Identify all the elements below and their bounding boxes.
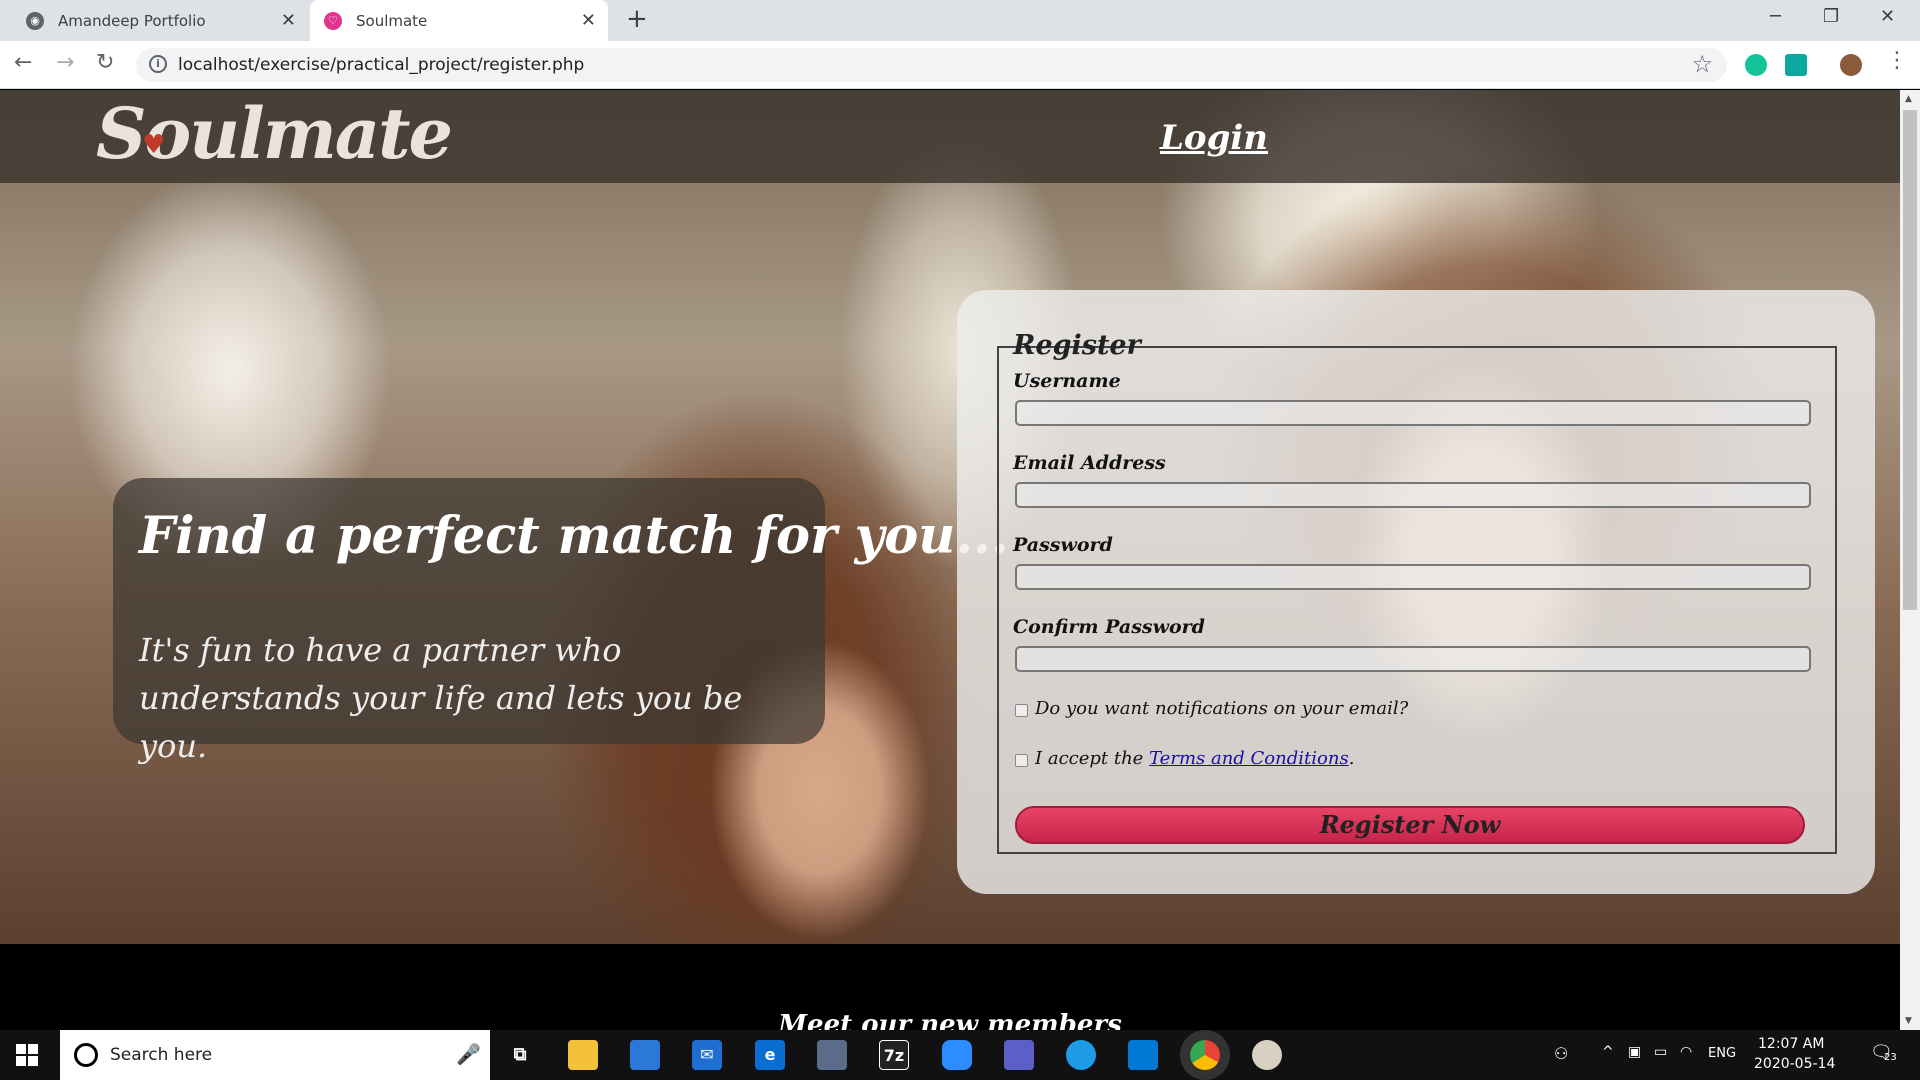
- tagline-subtitle: It's fun to have a partner who understan…: [139, 631, 743, 765]
- confirm-password-label: Confirm Password: [1013, 616, 1205, 638]
- username-label: Username: [1013, 370, 1121, 392]
- tagline-box: Find a perfect match for you... It's fun…: [113, 478, 1009, 765]
- clock-date[interactable]: 2020-05-14: [1754, 1056, 1835, 1072]
- register-legend: Register: [1013, 330, 1141, 361]
- task-view-icon[interactable]: ⧉: [505, 1040, 535, 1070]
- scroll-up-icon[interactable]: ▲: [1905, 94, 1912, 104]
- email-label: Email Address: [1013, 452, 1166, 474]
- wifi-icon[interactable]: ◠: [1680, 1044, 1692, 1060]
- paint-icon[interactable]: [1252, 1040, 1282, 1070]
- terms-prefix: I accept the: [1035, 748, 1144, 769]
- close-icon[interactable]: ✕: [281, 10, 296, 31]
- confirm-password-input[interactable]: [1015, 646, 1811, 672]
- address-bar[interactable]: i localhost/exercise/practical_project/r…: [136, 48, 1727, 82]
- system-tray: ⚇ ^ ▣ ▭ ◠ ENG 12:07 AM 2020-05-14 🗨 23: [1540, 1030, 1920, 1080]
- sql-server-icon[interactable]: [817, 1040, 847, 1070]
- docker-icon[interactable]: [1066, 1040, 1096, 1070]
- battery-icon[interactable]: ▭: [1654, 1044, 1667, 1060]
- info-icon[interactable]: i: [149, 55, 167, 73]
- store-icon[interactable]: [630, 1040, 660, 1070]
- zoom-icon[interactable]: [942, 1040, 972, 1070]
- tab-title: Soulmate: [356, 11, 428, 30]
- security-icon[interactable]: ▣: [1628, 1044, 1641, 1060]
- terms-label: I accept the Terms and Conditions.: [1035, 748, 1354, 769]
- tagline-title: Find a perfect match for you...: [139, 506, 1009, 566]
- taskbar-search[interactable]: Search here 🎤: [60, 1030, 490, 1080]
- soulmate-favicon-icon: ♡: [324, 11, 342, 30]
- notifications-label: Do you want notifications on your email?: [1035, 698, 1409, 719]
- microphone-icon[interactable]: 🎤: [456, 1042, 481, 1066]
- notification-count: 23: [1884, 1052, 1897, 1063]
- restore-icon[interactable]: ❐: [1823, 6, 1839, 27]
- tab-title: Amandeep Portfolio: [58, 11, 206, 30]
- terms-suffix: .: [1348, 748, 1355, 769]
- username-input[interactable]: [1015, 400, 1811, 426]
- bookmark-star-icon[interactable]: ☆: [1691, 50, 1713, 78]
- language-indicator[interactable]: ENG: [1708, 1046, 1736, 1061]
- windows-taskbar: Search here 🎤 ⧉ ✉ e 7z ⚇ ^ ▣ ▭ ◠ ENG 12:…: [0, 1030, 1920, 1080]
- edge-icon[interactable]: e: [755, 1040, 785, 1070]
- browser-toolbar: ← → ↻ i localhost/exercise/practical_pro…: [0, 41, 1920, 89]
- page-scrollbar[interactable]: ▲ ▼: [1900, 90, 1920, 1030]
- screen-capture-extension-icon[interactable]: [1785, 54, 1807, 76]
- heart-icon: ♥: [142, 130, 166, 160]
- teams-icon[interactable]: [1004, 1040, 1034, 1070]
- web-page: Soulmate ♥ Login Find a perfect match fo…: [0, 90, 1900, 1030]
- new-tab-icon[interactable]: +: [626, 4, 648, 34]
- email-input[interactable]: [1015, 482, 1811, 508]
- menu-kebab-icon[interactable]: ⋮: [1886, 48, 1908, 73]
- register-now-button[interactable]: Register Now: [1015, 806, 1805, 844]
- site-header: Soulmate ♥ Login: [0, 90, 1900, 183]
- login-link[interactable]: Login: [1160, 118, 1268, 158]
- browser-tab-strip: ◉ Amandeep Portfolio ✕ ♡ Soulmate ✕ + ─ …: [0, 0, 1920, 41]
- mail-icon[interactable]: ✉: [692, 1040, 722, 1070]
- notifications-checkbox[interactable]: [1015, 704, 1028, 717]
- file-explorer-icon[interactable]: [568, 1040, 598, 1070]
- new-members-section: Meet our new members: [0, 944, 1900, 1030]
- people-icon[interactable]: ⚇: [1554, 1044, 1568, 1063]
- register-card: Register Username Email Address Password…: [957, 290, 1875, 894]
- windows-start-icon[interactable]: [16, 1044, 38, 1066]
- close-icon[interactable]: ✕: [581, 10, 596, 31]
- globe-icon: ◉: [26, 11, 44, 30]
- search-placeholder: Search here: [110, 1045, 213, 1065]
- forward-icon[interactable]: →: [56, 50, 74, 75]
- scroll-down-icon[interactable]: ▼: [1905, 1016, 1912, 1026]
- password-label: Password: [1013, 534, 1113, 556]
- terms-link[interactable]: Terms and Conditions: [1149, 748, 1349, 769]
- hero-background-photo: Soulmate ♥ Login Find a perfect match fo…: [0, 90, 1900, 944]
- tab-amandeep-portfolio[interactable]: ◉ Amandeep Portfolio ✕: [0, 0, 308, 41]
- password-input[interactable]: [1015, 564, 1811, 590]
- tab-soulmate[interactable]: ♡ Soulmate ✕: [310, 0, 608, 41]
- minimize-icon[interactable]: ─: [1770, 6, 1781, 27]
- register-form: Register Username Email Address Password…: [997, 330, 1837, 854]
- reload-icon[interactable]: ↻: [96, 50, 114, 75]
- clock-time[interactable]: 12:07 AM: [1758, 1036, 1824, 1052]
- grammarly-extension-icon[interactable]: [1745, 54, 1767, 76]
- back-icon[interactable]: ←: [14, 50, 32, 75]
- members-title: Meet our new members: [778, 1010, 1122, 1030]
- scroll-thumb[interactable]: [1903, 110, 1917, 610]
- profile-avatar[interactable]: [1840, 54, 1862, 76]
- vscode-icon[interactable]: [1128, 1040, 1158, 1070]
- cortana-icon: [74, 1043, 98, 1067]
- show-hidden-icons-icon[interactable]: ^: [1602, 1044, 1614, 1060]
- 7zip-icon[interactable]: 7z: [879, 1040, 909, 1070]
- terms-checkbox[interactable]: [1015, 754, 1028, 767]
- url-text[interactable]: localhost/exercise/practical_project/reg…: [178, 55, 584, 75]
- chrome-icon[interactable]: [1190, 1040, 1220, 1070]
- window-close-icon[interactable]: ✕: [1880, 6, 1895, 27]
